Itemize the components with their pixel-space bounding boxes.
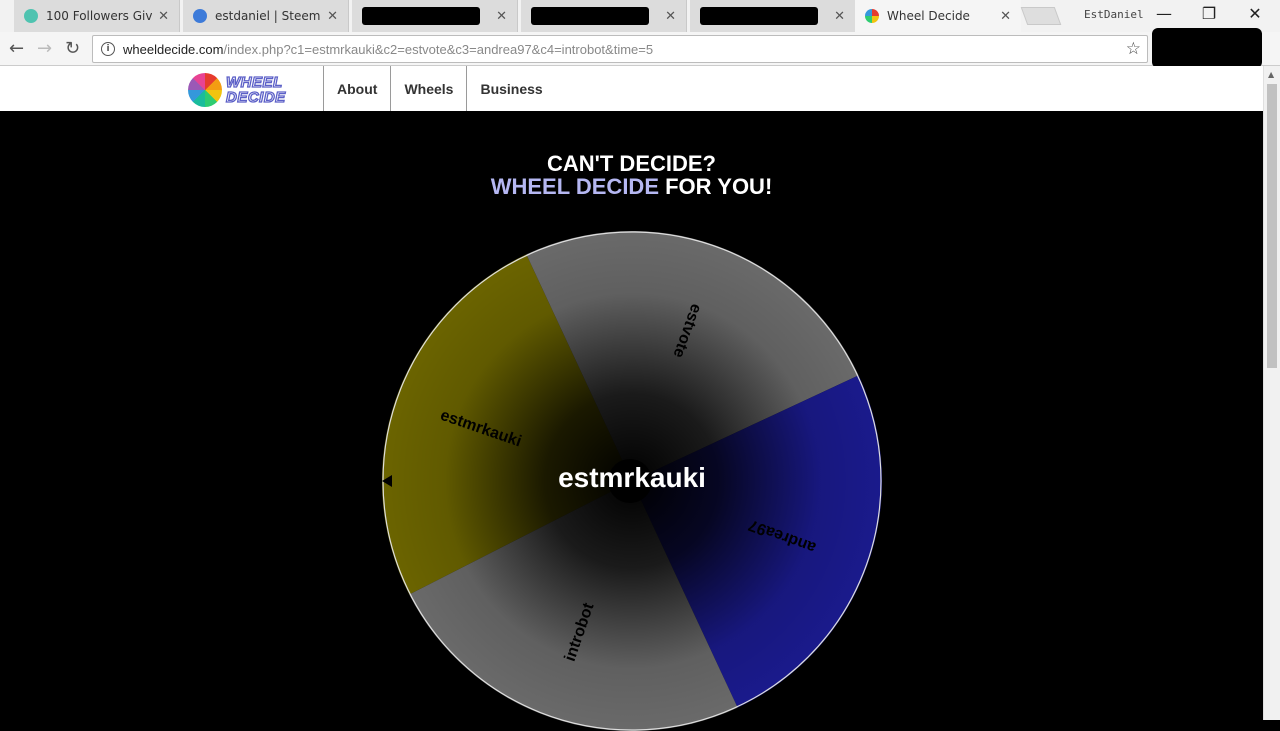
logo-text: WHEEL DECIDE (225, 74, 286, 106)
steemit-icon (24, 9, 38, 23)
headline-line2: WHEEL DECIDE FOR YOU! (0, 175, 1263, 198)
bookmark-star-icon[interactable]: ☆ (1126, 39, 1141, 59)
redacted-title (362, 7, 481, 25)
url-domain: wheeldecide.com (123, 41, 224, 57)
tab-redacted[interactable]: ✕ (352, 0, 518, 32)
tab-redacted[interactable]: ✕ (521, 0, 687, 32)
nav-about[interactable]: About (323, 66, 390, 111)
nav-wheels[interactable]: Wheels (390, 66, 466, 111)
tab-title: Wheel Decide (887, 9, 970, 23)
redacted-title (700, 7, 819, 25)
selected-choice: estmrkauki (558, 462, 706, 493)
tab-title: estdaniel | Steem (215, 9, 321, 23)
logo-text-line2: DECIDE (225, 89, 286, 106)
restore-icon[interactable]: ❐ (1194, 4, 1224, 23)
wheel-icon (865, 9, 879, 23)
headline-line1: CAN'T DECIDE? (546, 151, 716, 176)
minimize-icon[interactable]: — (1149, 4, 1179, 23)
scrollbar[interactable]: ▲ (1263, 66, 1280, 720)
close-icon[interactable]: ✕ (158, 9, 169, 24)
scroll-up-icon[interactable]: ▲ (1268, 70, 1274, 79)
address-bar[interactable]: i wheeldecide.com/index.php?c1=estmrkauk… (92, 35, 1148, 63)
tab-redacted[interactable]: ✕ (690, 0, 856, 32)
main-nav: About Wheels Business (323, 66, 556, 111)
info-icon[interactable]: i (101, 42, 115, 56)
tab-followers[interactable]: 100 Followers Givea ✕ (14, 0, 180, 32)
tab-title: 100 Followers Givea (46, 9, 153, 23)
close-icon[interactable]: ✕ (496, 9, 507, 24)
reload-icon[interactable]: ↻ (65, 38, 80, 59)
nav-business[interactable]: Business (466, 66, 555, 111)
new-tab-button[interactable] (1020, 7, 1062, 25)
headline-accent: WHEEL DECIDE (490, 174, 659, 199)
logo[interactable]: WHEEL DECIDE (188, 72, 312, 108)
headline-rest: FOR YOU! (659, 174, 773, 199)
logo-wheel-icon (188, 73, 222, 107)
close-icon[interactable]: ✕ (327, 9, 338, 24)
wordpress-icon (193, 9, 207, 23)
headline: CAN'T DECIDE? WHEEL DECIDE FOR YOU! (0, 152, 1263, 198)
tab-bar: 100 Followers Givea ✕ estdaniel | Steem … (0, 0, 1280, 32)
redacted-extensions (1152, 28, 1262, 68)
profile-name[interactable]: EstDaniel (1084, 8, 1144, 21)
url-path: /index.php?c1=estmrkauki&c2=estvote&c3=a… (223, 41, 654, 57)
logo-text-line1: WHEEL (225, 74, 283, 91)
window-close-icon[interactable]: ✕ (1240, 4, 1270, 23)
back-icon[interactable]: ← (9, 38, 24, 59)
toolbar: ← → ↻ i wheeldecide.com/index.php?c1=est… (0, 32, 1280, 66)
redacted-title (531, 7, 650, 25)
forward-icon[interactable]: → (37, 38, 52, 59)
close-icon[interactable]: ✕ (1000, 9, 1011, 24)
tab-steem[interactable]: estdaniel | Steem ✕ (183, 0, 349, 32)
site-header: WHEEL DECIDE About Wheels Business (0, 66, 1280, 111)
scroll-thumb[interactable] (1267, 84, 1277, 368)
tab-wheel-decide[interactable]: Wheel Decide ✕ (855, 0, 1021, 32)
close-icon[interactable]: ✕ (665, 9, 676, 24)
close-icon[interactable]: ✕ (834, 9, 845, 24)
url-text[interactable]: wheeldecide.com/index.php?c1=estmrkauki&… (123, 42, 653, 57)
